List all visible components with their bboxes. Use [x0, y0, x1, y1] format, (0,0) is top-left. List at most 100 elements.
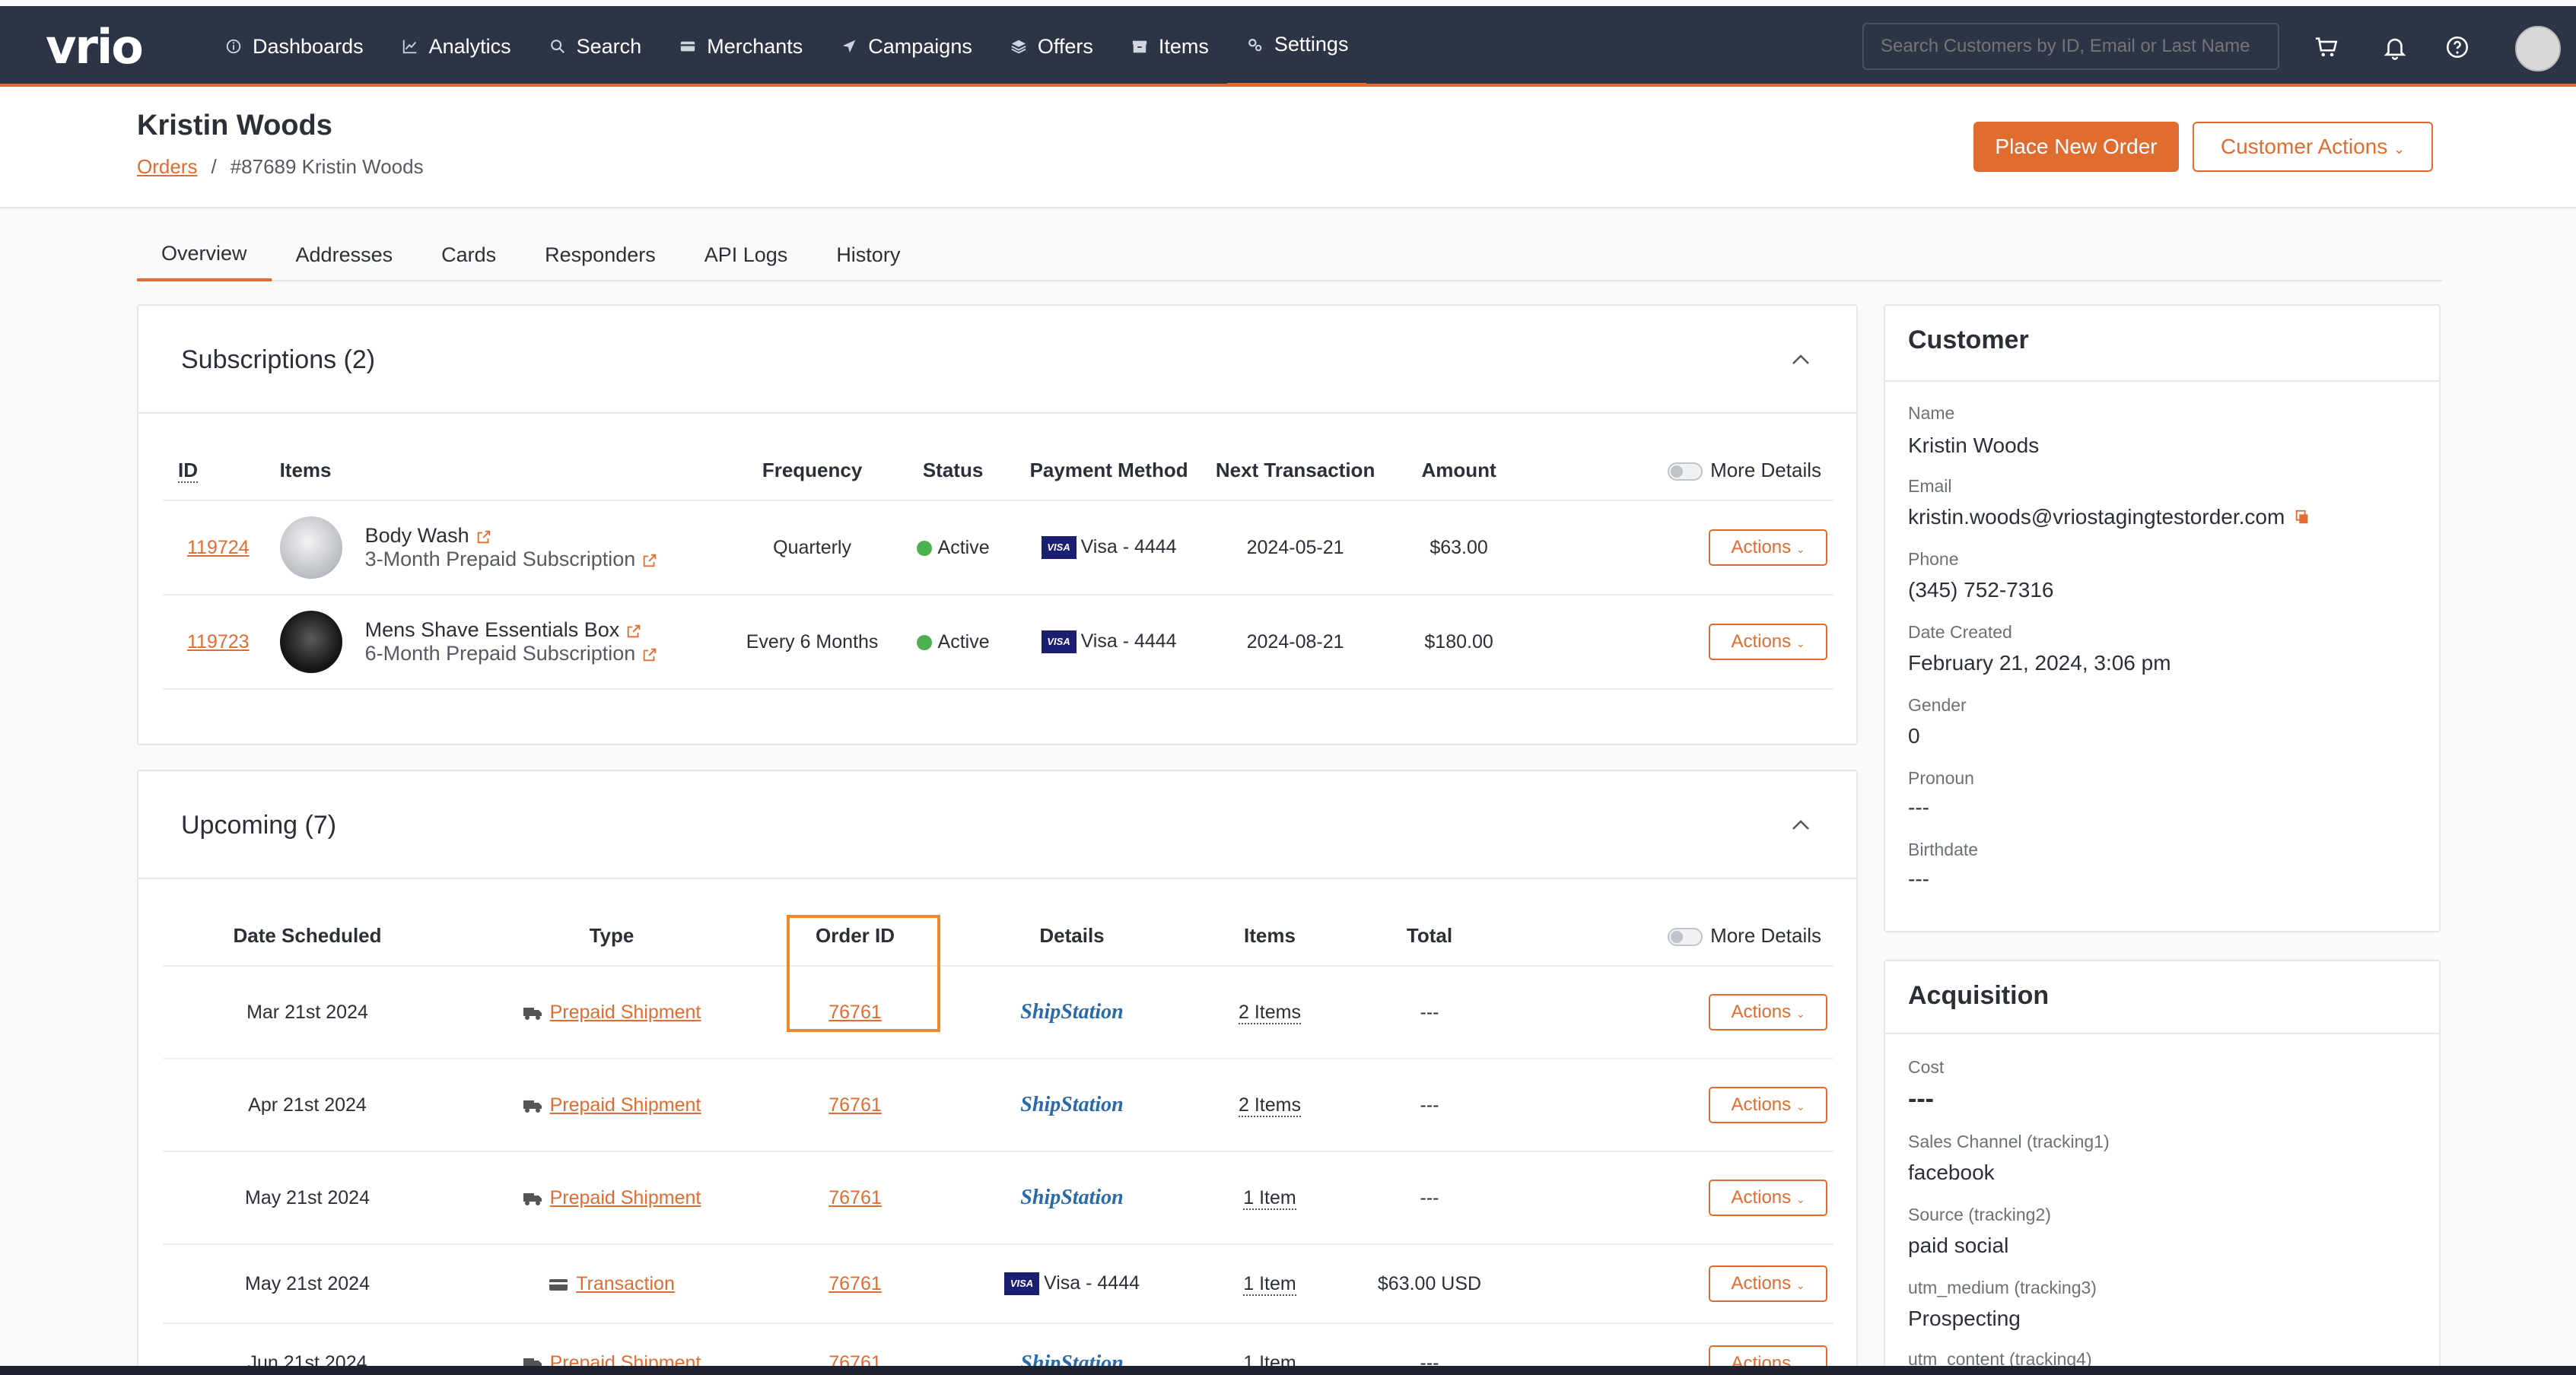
actions-label: Actions [1731, 1273, 1792, 1294]
actions-label: Actions [1731, 537, 1792, 557]
sales-channel-value: facebook [1908, 1161, 1995, 1184]
nav-label: Items [1158, 34, 1209, 58]
visa-icon: VISA [1003, 1272, 1039, 1296]
type-link[interactable]: Prepaid Shipment [550, 1094, 701, 1116]
customer-phone-label: Phone [1908, 549, 1959, 569]
box-icon [1130, 37, 1150, 56]
row-actions-button[interactable]: Actions ⌄ [1709, 1087, 1827, 1123]
items-count[interactable]: 1 Item [1243, 1272, 1296, 1296]
copy-icon[interactable] [2294, 509, 2310, 526]
customer-search-input[interactable] [1862, 23, 2279, 70]
tab-addresses[interactable]: Addresses [272, 228, 418, 281]
subscriptions-title: Subscriptions (2) [181, 345, 376, 374]
utm-medium-value: Prospecting [1908, 1307, 2021, 1330]
more-details-toggle[interactable] [1668, 928, 1703, 947]
subscription-id-link[interactable]: 119723 [187, 631, 250, 653]
nav-dashboards[interactable]: Dashboards [205, 6, 382, 87]
chevron-up-icon[interactable] [1789, 814, 1812, 837]
upcoming-title: Upcoming (7) [181, 811, 337, 840]
status-active-icon [916, 540, 932, 556]
col-frequency: Frequency [762, 459, 863, 481]
status-active-icon [916, 634, 932, 650]
row-actions-button[interactable]: Actions ⌄ [1709, 994, 1827, 1030]
customer-actions-label: Customer Actions [2220, 135, 2388, 158]
nav-settings[interactable]: Settings [1226, 6, 1367, 87]
item-name: Body Wash [364, 524, 469, 547]
cart-icon[interactable] [2311, 32, 2342, 62]
nav-label: Campaigns [868, 34, 972, 58]
frequency: Quarterly [736, 500, 889, 595]
nav-campaigns[interactable]: Campaigns [821, 6, 991, 87]
type-link[interactable]: Prepaid Shipment [550, 1187, 701, 1208]
total: --- [1334, 1058, 1525, 1151]
user-avatar[interactable] [2515, 26, 2561, 71]
divider [1885, 380, 2439, 382]
source-value: paid social [1908, 1234, 2009, 1257]
row-actions-button[interactable]: Actions ⌄ [1709, 624, 1827, 660]
total: --- [1334, 965, 1525, 1059]
actions-label: Actions [1731, 1094, 1792, 1115]
tab-cards[interactable]: Cards [417, 228, 520, 281]
more-details-toggle[interactable] [1668, 462, 1703, 481]
tab-history[interactable]: History [812, 228, 924, 281]
type-link[interactable]: Transaction [576, 1273, 675, 1294]
shipstation-logo: ShipStation [1020, 1000, 1124, 1024]
tab-api-logs[interactable]: API Logs [680, 228, 813, 281]
help-icon[interactable] [2442, 32, 2473, 62]
breadcrumb-separator: / [211, 155, 217, 178]
divider [1885, 1033, 2439, 1034]
col-status: Status [922, 459, 984, 481]
date-scheduled: Mar 21st 2024 [163, 965, 452, 1059]
row-actions-button[interactable]: Actions ⌄ [1709, 529, 1827, 566]
items-count[interactable]: 2 Items [1239, 1001, 1301, 1024]
order-id-link[interactable]: 76761 [828, 1273, 882, 1294]
customer-actions-button[interactable]: Customer Actions ⌄ [2193, 122, 2433, 172]
order-id-link[interactable]: 76761 [828, 1094, 882, 1116]
external-link-icon[interactable] [641, 552, 658, 569]
bell-icon[interactable] [2380, 32, 2410, 62]
subscription-id-link[interactable]: 119724 [187, 537, 250, 558]
breadcrumb: Orders / #87689 Kristin Woods [137, 155, 424, 179]
nav-offers[interactable]: Offers [991, 6, 1111, 87]
total: $63.00 USD [1334, 1243, 1525, 1323]
place-new-order-button[interactable]: Place New Order [1973, 122, 2179, 172]
nav-search[interactable]: Search [530, 6, 660, 87]
customer-email-label: Email [1908, 476, 1952, 496]
breadcrumb-current: #87689 Kristin Woods [230, 155, 424, 178]
order-id-link[interactable]: 76761 [828, 1187, 882, 1208]
sales-channel-label: Sales Channel (tracking1) [1908, 1132, 2110, 1151]
breadcrumb-orders-link[interactable]: Orders [137, 155, 197, 179]
divider [138, 412, 1856, 414]
date-scheduled: May 21st 2024 [163, 1243, 452, 1323]
row-actions-button[interactable]: Actions ⌄ [1709, 1180, 1827, 1216]
items-count[interactable]: 1 Item [1243, 1186, 1296, 1210]
external-link-icon[interactable] [641, 646, 658, 663]
nav-label: Offers [1037, 34, 1093, 58]
external-link-icon[interactable] [475, 529, 492, 545]
nav-items[interactable]: Items [1111, 6, 1227, 87]
item-plan: 6-Month Prepaid Subscription [364, 642, 636, 665]
more-details-label: More Details [1710, 924, 1821, 947]
nav-analytics[interactable]: Analytics [382, 6, 530, 87]
type-link[interactable]: Prepaid Shipment [550, 1002, 701, 1023]
vrio-logo[interactable]: vrio [46, 24, 144, 71]
chart-line-icon [400, 37, 420, 56]
status-text: Active [937, 536, 990, 558]
date-scheduled: Apr 21st 2024 [163, 1058, 452, 1151]
amount: $180.00 [1390, 594, 1528, 689]
date-scheduled: May 21st 2024 [163, 1151, 452, 1244]
nav-label: Dashboards [253, 34, 364, 58]
chevron-up-icon[interactable] [1789, 348, 1812, 371]
tab-overview[interactable]: Overview [137, 228, 272, 281]
tab-responders[interactable]: Responders [520, 228, 680, 281]
row-actions-button[interactable]: Actions ⌄ [1709, 1265, 1827, 1302]
actions-label: Actions [1731, 631, 1792, 652]
customer-pronoun-value: --- [1908, 795, 1929, 819]
next-transaction: 2024-05-21 [1200, 500, 1391, 595]
upcoming-card: Upcoming (7) Date Scheduled Type Order I… [137, 770, 1858, 1375]
subscriptions-table: ID Items Frequency Status Payment Method… [163, 441, 1833, 690]
external-link-icon[interactable] [625, 623, 642, 640]
acquisition-title: Acquisition [1908, 981, 2050, 1010]
nav-merchants[interactable]: Merchants [660, 6, 821, 87]
items-count[interactable]: 2 Items [1239, 1094, 1301, 1117]
